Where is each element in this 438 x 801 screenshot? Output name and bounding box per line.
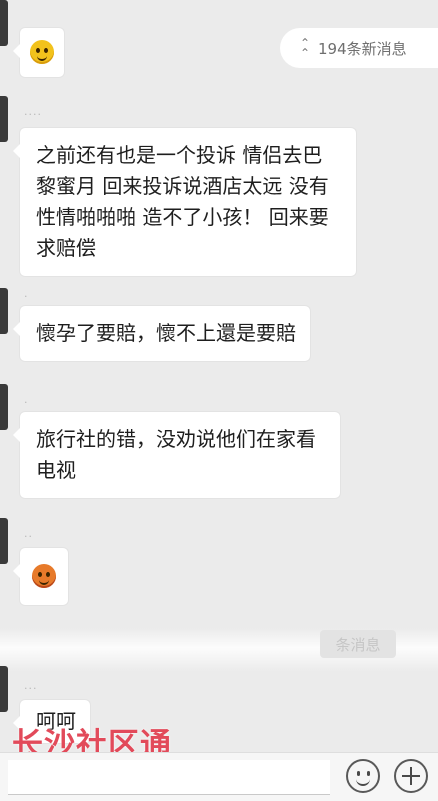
double-chevron-up-icon: ⌃ ⌃: [299, 36, 311, 60]
new-messages-label: 194条新消息: [318, 39, 407, 58]
sender-name: ····: [24, 108, 42, 121]
message-bubble[interactable]: 旅行社的错，没劝说他们在家看电视: [13, 412, 340, 498]
message-text: 懷孕了要賠，懷不上還是要賠: [36, 321, 296, 345]
emoji-button[interactable]: [346, 759, 380, 793]
sender-name: ··: [24, 530, 33, 543]
sender-name: ·: [24, 396, 29, 409]
new-messages-indicator[interactable]: ⌃ ⌃ 194条新消息: [280, 28, 438, 68]
avatar[interactable]: [0, 288, 8, 334]
avatar[interactable]: [0, 666, 8, 712]
chat-message-list[interactable]: ⌃ ⌃ 194条新消息 ···· 之前还有也是一个投诉 情侣去巴黎蜜月 回来投诉说…: [0, 0, 438, 752]
message-bubble[interactable]: 呵呵: [13, 700, 90, 743]
avatar[interactable]: [0, 0, 8, 46]
message-text: 旅行社的错，没劝说他们在家看电视: [36, 427, 316, 482]
avatar[interactable]: [0, 384, 8, 430]
avatar[interactable]: [0, 96, 8, 142]
blurred-notice: 条消息: [320, 630, 396, 658]
plus-icon[interactable]: [394, 759, 428, 793]
message-bubble[interactable]: 懷孕了要賠，懷不上還是要賠: [13, 306, 310, 361]
emoji-message-bubble[interactable]: [13, 28, 64, 77]
emoji-face-icon: [32, 564, 56, 588]
avatar[interactable]: [0, 518, 8, 564]
message-bubble[interactable]: 之前还有也是一个投诉 情侣去巴黎蜜月 回来投诉说酒店太远 没有性情啪啪啪 造不了…: [13, 128, 356, 276]
sender-name: ···: [24, 682, 38, 695]
message-text: 呵呵: [36, 709, 76, 733]
emoji-message-bubble[interactable]: [13, 548, 68, 605]
input-bar: [0, 752, 438, 801]
message-text: 之前还有也是一个投诉 情侣去巴黎蜜月 回来投诉说酒店太远 没有性情啪啪啪 造不了…: [36, 143, 329, 260]
emoji-face-icon: [30, 40, 54, 64]
sender-name: ·: [24, 290, 29, 303]
message-input[interactable]: [8, 760, 330, 795]
